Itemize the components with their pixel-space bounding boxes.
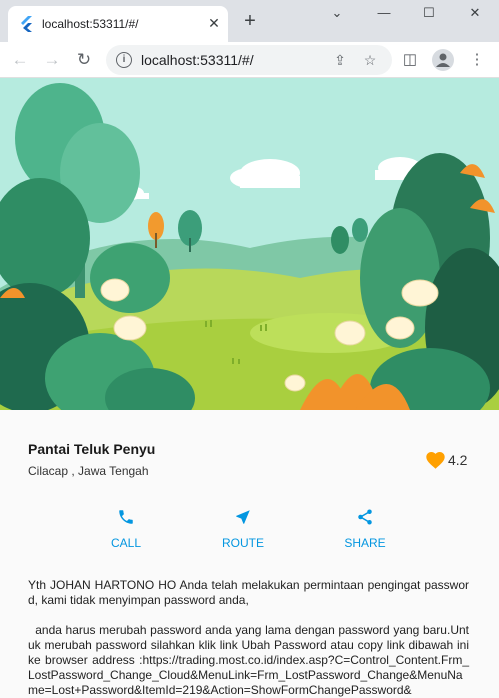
share-page-icon[interactable]: ⇪ — [332, 52, 348, 68]
description: Yth JOHAN HARTONO HO Anda telah melakuka… — [28, 578, 469, 698]
landscape-image — [0, 78, 499, 410]
star-icon[interactable]: ☆ — [362, 52, 378, 68]
navigation-icon — [236, 510, 250, 524]
forward-arrow-icon[interactable]: → — [40, 48, 64, 72]
plus-icon[interactable]: + — [240, 11, 260, 31]
flutter-favicon — [21, 16, 32, 32]
close-icon[interactable]: ✕ — [206, 15, 222, 31]
description-paragraph-1: Yth JOHAN HARTONO HO Anda telah melakuka… — [28, 578, 469, 607]
phone-icon — [119, 510, 133, 524]
share-icon — [358, 509, 372, 525]
back-arrow-icon[interactable]: ← — [8, 48, 32, 72]
browser-tab[interactable]: localhost:53311/#/ ✕ — [8, 6, 228, 42]
reload-icon[interactable]: ↻ — [72, 48, 96, 72]
url-text[interactable]: localhost:53311/#/ — [141, 52, 254, 68]
more-vertical-icon[interactable]: ⋮ — [466, 49, 488, 71]
info-icon[interactable]: i — [116, 52, 132, 68]
minimize-icon[interactable]: ⌄ — [322, 4, 352, 22]
route-label: ROUTE — [222, 536, 264, 550]
hero-illustration — [0, 78, 499, 410]
browser-tab-strip: localhost:53311/#/ ✕ + ⌄ — ☐ ✕ — [0, 0, 499, 42]
route-button[interactable]: ROUTE — [213, 508, 273, 553]
heart-icon[interactable] — [425, 450, 446, 470]
share-button[interactable]: SHARE — [335, 508, 395, 553]
rating-value: 4.2 — [448, 452, 468, 468]
profile-icon[interactable] — [432, 49, 454, 71]
description-paragraph-2: anda harus merubah password anda yang la… — [28, 623, 469, 697]
place-detail: Pantai Teluk Penyu Cilacap , Jawa Tengah… — [0, 410, 499, 697]
call-button[interactable]: CALL — [96, 508, 156, 553]
address-bar[interactable]: i localhost:53311/#/ ⇪ ☆ — [106, 45, 392, 75]
maximize-icon[interactable]: ☐ — [414, 4, 444, 22]
place-location: Cilacap , Jawa Tengah — [28, 464, 149, 478]
browser-toolbar: ← → ↻ i localhost:53311/#/ ⇪ ☆ ◫ ⋮ — [0, 42, 499, 78]
call-label: CALL — [110, 536, 142, 550]
close-window-icon[interactable]: ✕ — [460, 4, 490, 22]
place-title: Pantai Teluk Penyu — [28, 441, 156, 457]
share-label: SHARE — [344, 536, 386, 550]
tab-title: localhost:53311/#/ — [42, 17, 139, 31]
sidebar-icon[interactable]: ◫ — [399, 49, 421, 71]
minimize-window-icon[interactable]: — — [369, 4, 399, 22]
